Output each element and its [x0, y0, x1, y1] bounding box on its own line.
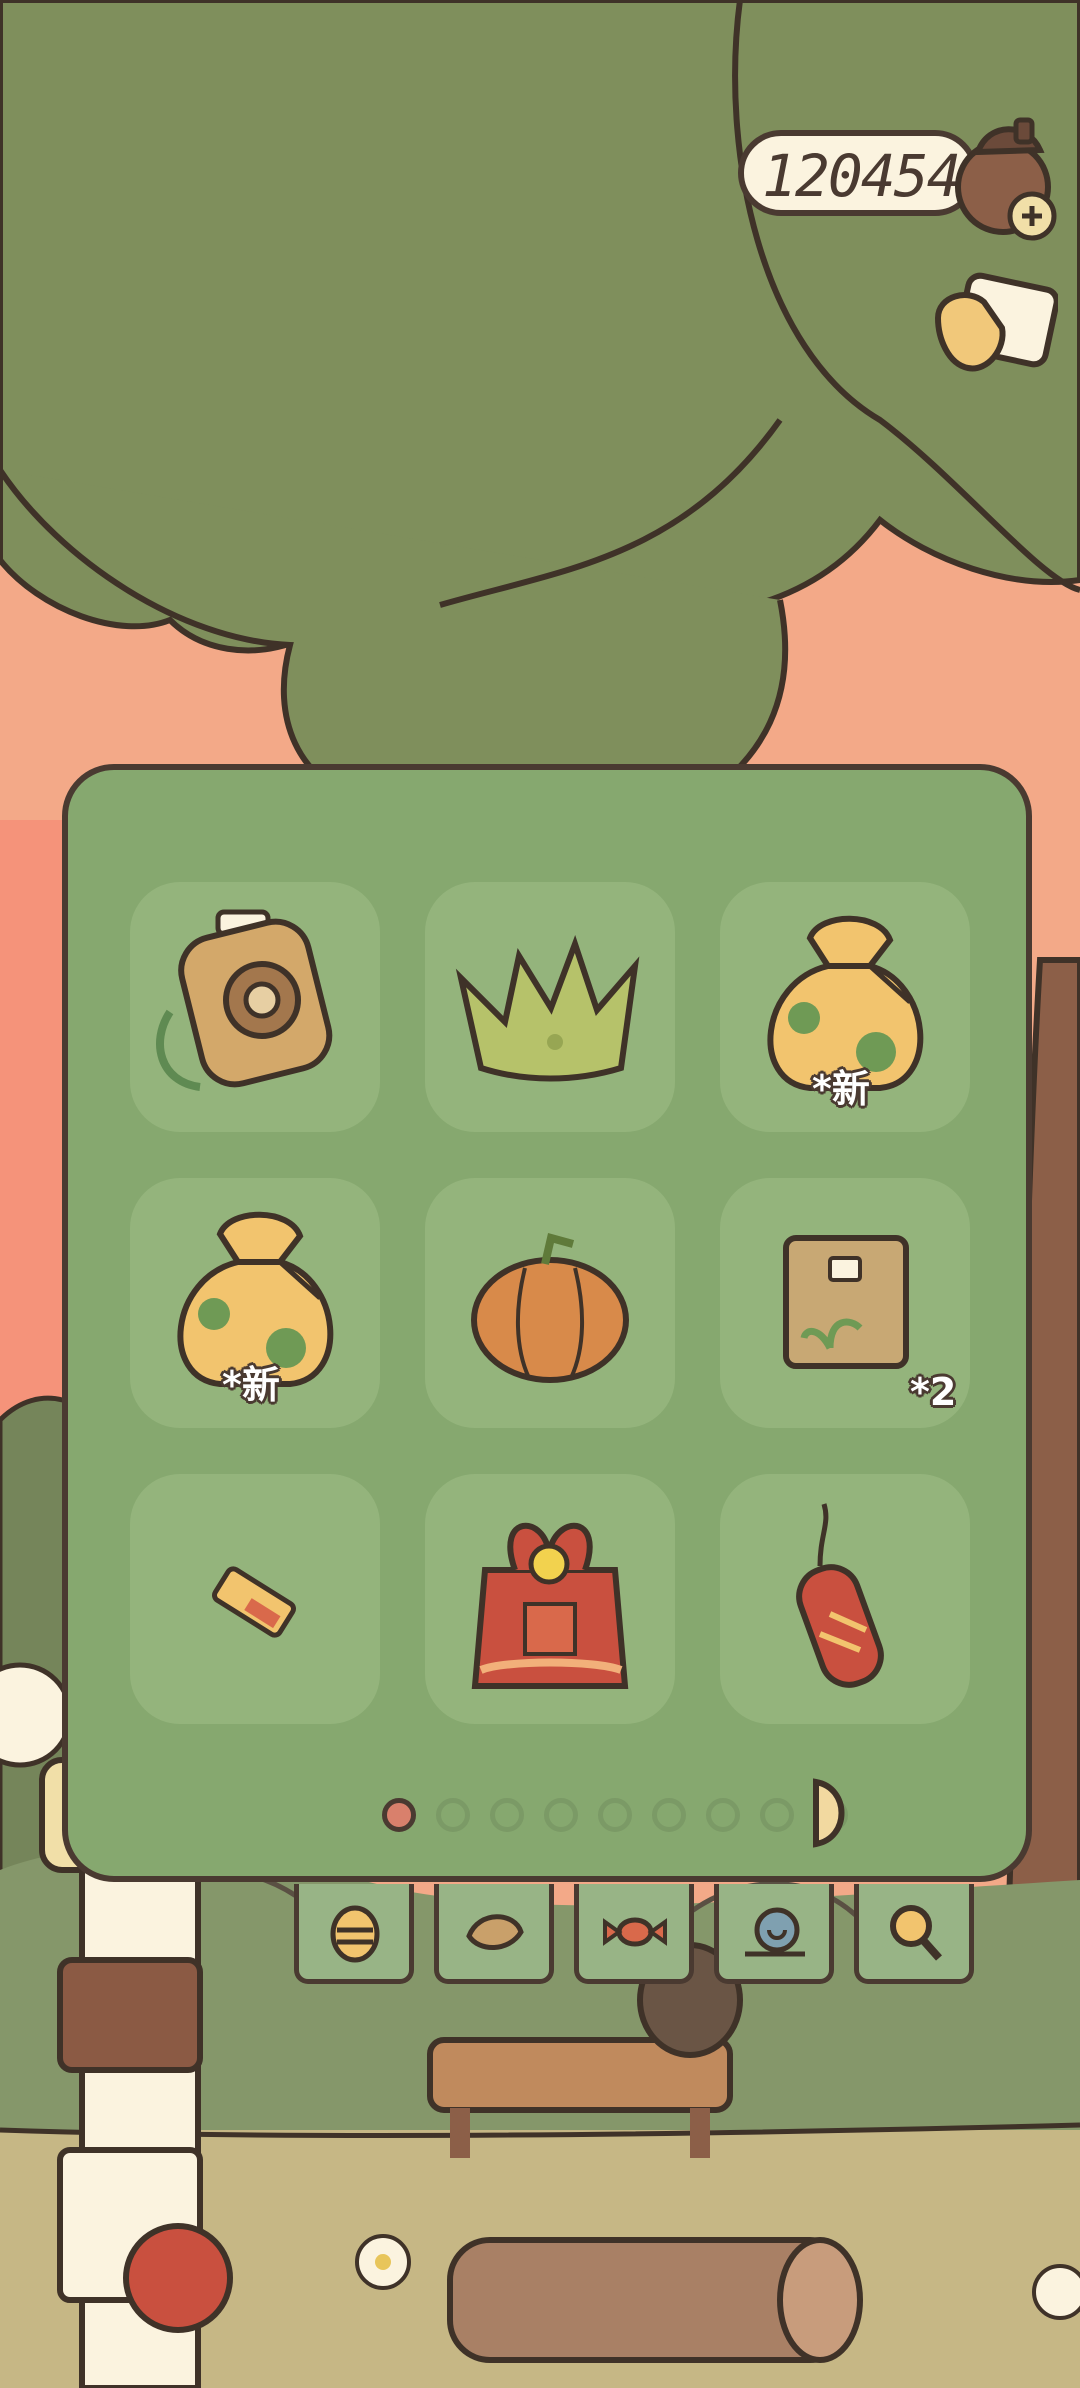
currency-value: 120454 — [762, 142, 962, 210]
page-dot[interactable] — [760, 1798, 794, 1832]
item-badge: *新 — [222, 1363, 280, 1407]
page-dot[interactable] — [490, 1798, 524, 1832]
tab-candy[interactable] — [574, 1884, 694, 1984]
tab-snail[interactable] — [714, 1884, 834, 1984]
pumpkin-icon — [471, 1233, 629, 1383]
bug-icon — [330, 1905, 380, 1963]
tab-bug[interactable] — [294, 1884, 414, 1984]
next-page-arrow-icon[interactable] — [810, 1778, 856, 1848]
page-dot[interactable] — [706, 1798, 740, 1832]
page-dot[interactable] — [436, 1798, 470, 1832]
inventory-slot-red-gift-bag[interactable] — [425, 1474, 675, 1724]
inventory-slot-crown[interactable] — [425, 882, 675, 1132]
snail-icon — [745, 1907, 805, 1957]
item-badge: *新 — [812, 1067, 870, 1111]
leaf-icon — [466, 1914, 524, 1950]
acorn-currency-counter[interactable]: 120454 — [738, 130, 978, 216]
inventory-slot-pumpkin[interactable] — [425, 1178, 675, 1428]
firecracker-icon — [796, 1503, 884, 1688]
inventory-slot-ticket[interactable] — [130, 1474, 380, 1724]
inventory-slot-lucky-bag[interactable]: *新 — [720, 882, 970, 1132]
item-count-badge: *2 — [910, 1370, 957, 1414]
inventory-slot-firecracker[interactable] — [720, 1474, 970, 1724]
page-dot-active[interactable] — [382, 1798, 416, 1832]
ticket-icon — [212, 1566, 296, 1638]
candy-icon — [603, 1917, 667, 1947]
tab-search[interactable] — [854, 1884, 974, 1984]
page-dot[interactable] — [544, 1798, 578, 1832]
inventory-panel: *新 *新 *2 — [62, 764, 1032, 1882]
magnifier-icon — [890, 1905, 942, 1961]
acorn-icon[interactable] — [948, 112, 1068, 242]
crown-icon — [455, 935, 640, 1082]
page-dot[interactable] — [652, 1798, 686, 1832]
inventory-slot-lucky-bag[interactable]: *新 — [130, 1178, 380, 1428]
page-dot[interactable] — [598, 1798, 632, 1832]
inventory-slot-seed-bag[interactable]: *2 — [720, 1178, 970, 1428]
red-gift-bag-icon — [471, 1522, 629, 1689]
camera-icon — [156, 909, 333, 1091]
pointing-hand-icon[interactable] — [928, 268, 1058, 388]
tab-leaf[interactable] — [434, 1884, 554, 1984]
inventory-slot-camera[interactable] — [130, 882, 380, 1132]
